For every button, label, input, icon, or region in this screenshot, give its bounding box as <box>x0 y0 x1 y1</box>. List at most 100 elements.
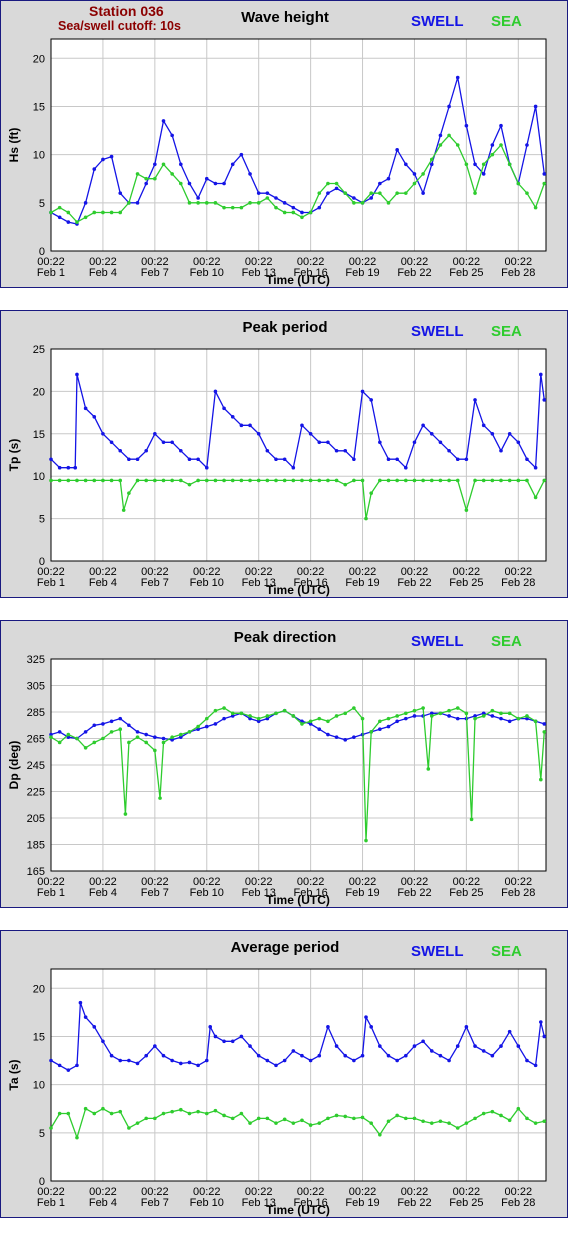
chart-2-series-sea-point <box>352 706 356 710</box>
chart-3-series-sea-point <box>525 1116 529 1121</box>
chart-0-series-sea-point <box>490 152 495 157</box>
chart-0-series-sea-point <box>282 210 287 215</box>
chart-panel-peak-direction: 165 185 205 225 245 265 285 305 325 00:22 Feb 1 00:… <box>0 620 568 908</box>
chart-2-series-swell-point <box>144 732 148 737</box>
chart-3-series-sea-point <box>239 1111 244 1116</box>
chart-3-series-swell-point <box>208 1025 213 1029</box>
chart-0-series-swell-point <box>404 162 408 167</box>
chart-1-series-swell-point <box>542 398 547 402</box>
chart-3-series-swell-point <box>75 1063 79 1068</box>
chart-1-series-sea-point <box>49 478 53 483</box>
chart-1-series-sea-point <box>473 478 477 483</box>
chart-2-series-swell-point <box>395 719 399 724</box>
chart-3-series-swell-point <box>516 1044 521 1048</box>
chart-1-series-swell-point <box>464 457 469 462</box>
chart-0-xtick-date: Feb 1 <box>37 267 65 279</box>
chart-2-series-sea-point <box>291 714 296 718</box>
chart-3-series-swell-point <box>282 1058 287 1063</box>
chart-1-ytick-label: 20 <box>33 386 45 398</box>
chart-0-plot-area <box>50 38 547 252</box>
chart-2-series-swell-point <box>161 736 166 741</box>
chart-1-series-sea-point <box>334 478 339 483</box>
chart-2-series-sea-point <box>326 719 330 724</box>
chart-1-series-swell-point <box>170 440 174 445</box>
chart-2-series-swell-point <box>490 714 495 718</box>
chart-1-series-swell-point <box>66 465 71 470</box>
chart-1-series-sea-point <box>404 478 408 483</box>
chart-1-series-sea-point <box>525 478 529 483</box>
chart-2-series-sea-point <box>334 714 339 718</box>
chart-0-series-swell-point <box>447 104 451 109</box>
chart-1-series-sea-point <box>239 478 244 483</box>
chart-3-series-sea-point <box>109 1111 114 1116</box>
chart-3-series-swell-point <box>395 1058 399 1063</box>
chart-3-series-sea-point <box>230 1116 235 1121</box>
chart-2-series-sea-point <box>378 719 382 724</box>
chart-0-series-swell-point <box>179 162 183 167</box>
chart-0-series-swell-point <box>464 123 469 128</box>
chart-0-series-sea-point <box>256 201 261 205</box>
chart-0-ytick-label: 15 <box>33 101 45 113</box>
chart-1-xlabel: Time (UTC) <box>266 583 330 597</box>
chart-3-series-swell-point <box>66 1068 71 1072</box>
chart-1-series-swell-point <box>265 448 270 453</box>
chart-3-series-swell-point <box>386 1053 391 1058</box>
chart-2-series-sea-point <box>539 777 543 782</box>
chart-3-xlabel: Time (UTC) <box>266 1203 330 1217</box>
chart-1-series-swell-point <box>49 457 53 462</box>
chart-0-series-swell-point <box>291 205 296 210</box>
chart-3-xtick-date: Feb 1 <box>37 1197 65 1209</box>
chart-3-series-swell-point <box>291 1049 296 1053</box>
chart-0-series-sea-point <box>101 210 105 215</box>
chart-0-series-sea-point <box>92 210 97 215</box>
chart-1-ytick-label: 5 <box>39 514 45 526</box>
chart-1-series-swell-point <box>75 372 79 377</box>
chart-0-series-sea-point <box>369 191 373 195</box>
chart-3-series-sea-point <box>326 1116 330 1121</box>
chart-3-series-sea-point <box>378 1132 382 1137</box>
chart-3-series-swell-point <box>83 1015 88 1019</box>
chart-2-series-sea-point <box>469 817 474 822</box>
chart-1-series-sea-point <box>109 478 114 483</box>
chart-3-series-sea-point <box>386 1119 391 1124</box>
chart-2-series-swell-point <box>213 722 218 726</box>
chart-1-series-swell-point <box>516 440 521 445</box>
chart-1-series-sea-point <box>481 478 486 483</box>
chart-2-xtick-date: Feb 10 <box>190 887 224 899</box>
chart-2-ytick-label: 225 <box>27 787 45 799</box>
chart-2-series-sea-point <box>499 711 503 716</box>
chart-1-series-swell-point <box>101 432 105 436</box>
chart-0-series-swell-point <box>334 186 339 191</box>
chart-1-series-sea-point <box>326 478 330 483</box>
chart-3-series-sea-point <box>542 1119 547 1124</box>
chart-2-legend-swell: SWELL <box>411 633 464 650</box>
chart-3-series-sea-point <box>317 1121 322 1125</box>
chart-3-series-sea-point <box>161 1111 166 1116</box>
chart-wave-height: Station 036 Sea/swell cutoff: 10s 051015… <box>7 3 547 287</box>
chart-3-series-sea-point <box>421 1119 425 1124</box>
chart-1-series-sea-point <box>66 478 71 483</box>
chart-3-series-swell-point <box>455 1044 460 1048</box>
chart-1-series-swell-point <box>421 423 425 428</box>
chart-2-xlabel: Time (UTC) <box>266 893 330 907</box>
chart-1-series-sea-point <box>101 478 105 483</box>
chart-2-series-sea-point <box>196 724 200 729</box>
chart-2-series-sea-point <box>481 714 486 718</box>
chart-3-ytick-label: 20 <box>33 983 45 995</box>
chart-3-series-swell-point <box>196 1063 200 1068</box>
chart-1-series-swell-point <box>144 448 148 453</box>
chart-0-series-sea-point <box>481 162 486 167</box>
chart-1-ytick-label: 15 <box>33 429 45 441</box>
chart-panel-wave-height: Station 036 Sea/swell cutoff: 10s 0 5 10 15… <box>0 0 568 288</box>
chart-2-series-swell-point <box>57 730 62 734</box>
chart-0-xtick-date: Feb 25 <box>449 267 483 279</box>
chart-0-series-sea-point <box>187 201 192 205</box>
chart-0-series-sea-point <box>412 181 417 186</box>
chart-0-series-swell-point <box>118 191 123 195</box>
chart-average-period: 0510152000:22Feb 100:22Feb 400:22Feb 700… <box>7 939 547 1217</box>
chart-0-series-swell-point <box>109 154 114 159</box>
chart-3-series-swell-point <box>144 1053 148 1058</box>
chart-2-ytick-label: 205 <box>27 813 45 825</box>
chart-3-series-swell-point <box>57 1063 62 1068</box>
chart-1-series-sea-point <box>248 478 252 483</box>
